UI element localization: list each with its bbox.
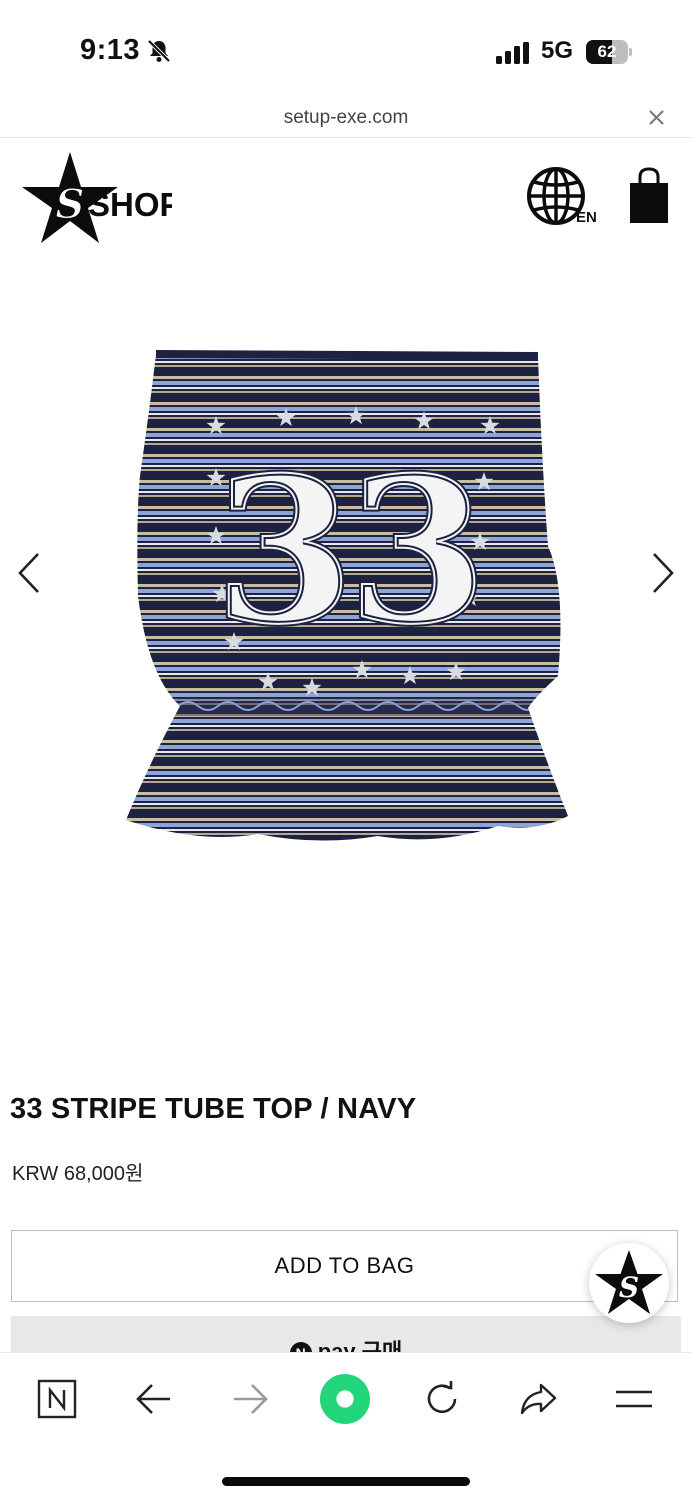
back-icon[interactable]: [128, 1373, 180, 1425]
svg-text:33: 33: [215, 434, 481, 669]
logo-text: SHOP: [88, 186, 172, 223]
site-logo[interactable]: S SHOP: [20, 150, 182, 246]
url-text[interactable]: setup-exe.com: [0, 107, 692, 129]
url-bar[interactable]: setup-exe.com: [0, 100, 692, 138]
status-bar: 9:13 5G 62: [0, 0, 692, 100]
chevron-left-icon[interactable]: [14, 550, 46, 596]
battery-icon: 62: [586, 40, 632, 64]
browser-toolbar: [0, 1352, 692, 1500]
green-dot-icon[interactable]: [319, 1373, 371, 1425]
star-s-logo-icon: S SHOP: [22, 152, 182, 243]
bell-muted-icon: [147, 39, 171, 63]
reload-icon[interactable]: [416, 1373, 468, 1425]
language-selector[interactable]: EN: [526, 166, 600, 230]
status-time: 9:13: [80, 34, 141, 66]
star-s-chat-icon: S: [595, 1250, 663, 1314]
chevron-right-icon[interactable]: [646, 550, 678, 596]
language-label: EN: [576, 209, 597, 226]
home-indicator: [222, 1477, 470, 1486]
product-price: KRW 68,000원: [12, 1163, 144, 1185]
forward-icon[interactable]: [224, 1373, 276, 1425]
svg-text:S: S: [619, 1271, 639, 1304]
network-label: 5G: [541, 37, 574, 64]
share-icon[interactable]: [512, 1373, 564, 1425]
striped-tube-top-image: 33 33: [126, 350, 568, 841]
shopping-bag-icon[interactable]: [627, 166, 671, 226]
floating-chat-button[interactable]: S: [589, 1243, 669, 1323]
product-gallery[interactable]: 33 33: [0, 300, 692, 860]
product-title: 33 STRIPE TUBE TOP / NAVY: [10, 1093, 417, 1125]
battery-label: 62: [597, 42, 617, 61]
svg-text:S: S: [56, 181, 85, 228]
add-to-bag-button[interactable]: ADD TO BAG: [11, 1230, 678, 1302]
signal-icon: [496, 42, 529, 64]
close-icon[interactable]: [648, 109, 665, 126]
menu-icon[interactable]: [608, 1373, 660, 1425]
naver-home-icon[interactable]: [31, 1373, 83, 1425]
